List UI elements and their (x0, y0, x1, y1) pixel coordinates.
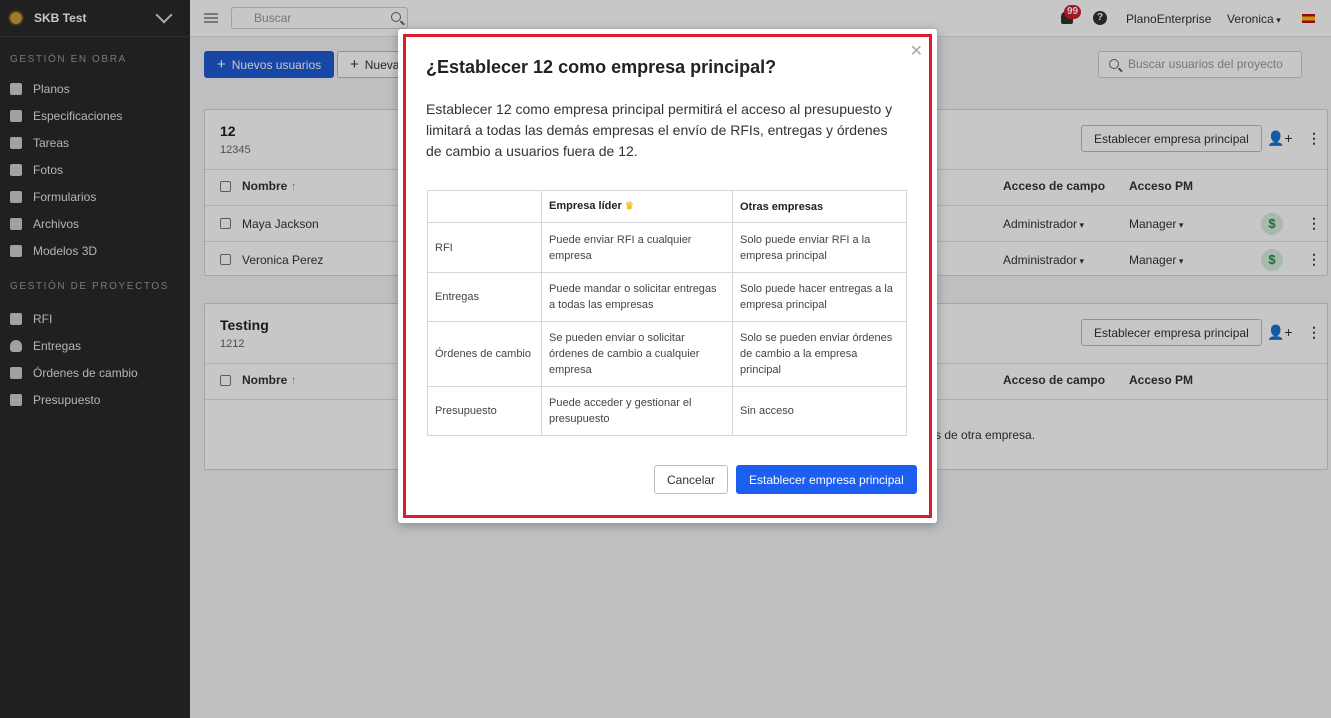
lead-cell: Puede acceder y gestionar el presupuesto (541, 386, 733, 436)
lead-cell: Puede enviar RFI a cualquier empresa (541, 222, 733, 273)
other-cell: Solo puede hacer entregas a la empresa p… (732, 272, 907, 322)
row-label: Presupuesto (427, 386, 542, 436)
other-cell: Solo se pueden enviar órdenes de cambio … (732, 321, 907, 387)
table-row: Órdenes de cambio Se pueden enviar o sol… (427, 321, 907, 387)
crown-icon: ♛ (624, 201, 634, 212)
other-cell: Sin acceso (732, 386, 907, 436)
row-label: Entregas (427, 272, 542, 322)
row-label: RFI (427, 222, 542, 273)
lead-company-header: Empresa líder ♛ (541, 190, 733, 223)
row-label: Órdenes de cambio (427, 321, 542, 387)
dialog-description: Establecer 12 como empresa principal per… (426, 101, 893, 159)
lead-company-label: Empresa líder (549, 200, 622, 212)
table-row: Entregas Puede mandar o solicitar entreg… (427, 272, 907, 322)
confirm-set-principal-button[interactable]: Establecer empresa principal (736, 465, 917, 494)
set-principal-dialog: ✕ ¿Establecer 12 como empresa principal?… (398, 29, 937, 523)
table-row: RFI Puede enviar RFI a cualquier empresa… (427, 222, 907, 273)
other-cell: Solo puede enviar RFI a la empresa princ… (732, 222, 907, 273)
cancel-button[interactable]: Cancelar (654, 465, 729, 494)
dialog-title: ¿Establecer 12 como empresa principal? (426, 57, 777, 77)
other-companies-header: Otras empresas (732, 190, 907, 223)
comparison-table: Empresa líder ♛ Otras empresas RFI Puede… (427, 190, 907, 436)
table-header-empty (427, 190, 542, 223)
lead-cell: Puede mandar o solicitar entregas a toda… (541, 272, 733, 322)
lead-cell: Se pueden enviar o solicitar órdenes de … (541, 321, 733, 387)
table-row: Presupuesto Puede acceder y gestionar el… (427, 386, 907, 436)
close-icon[interactable]: ✕ (910, 41, 923, 61)
